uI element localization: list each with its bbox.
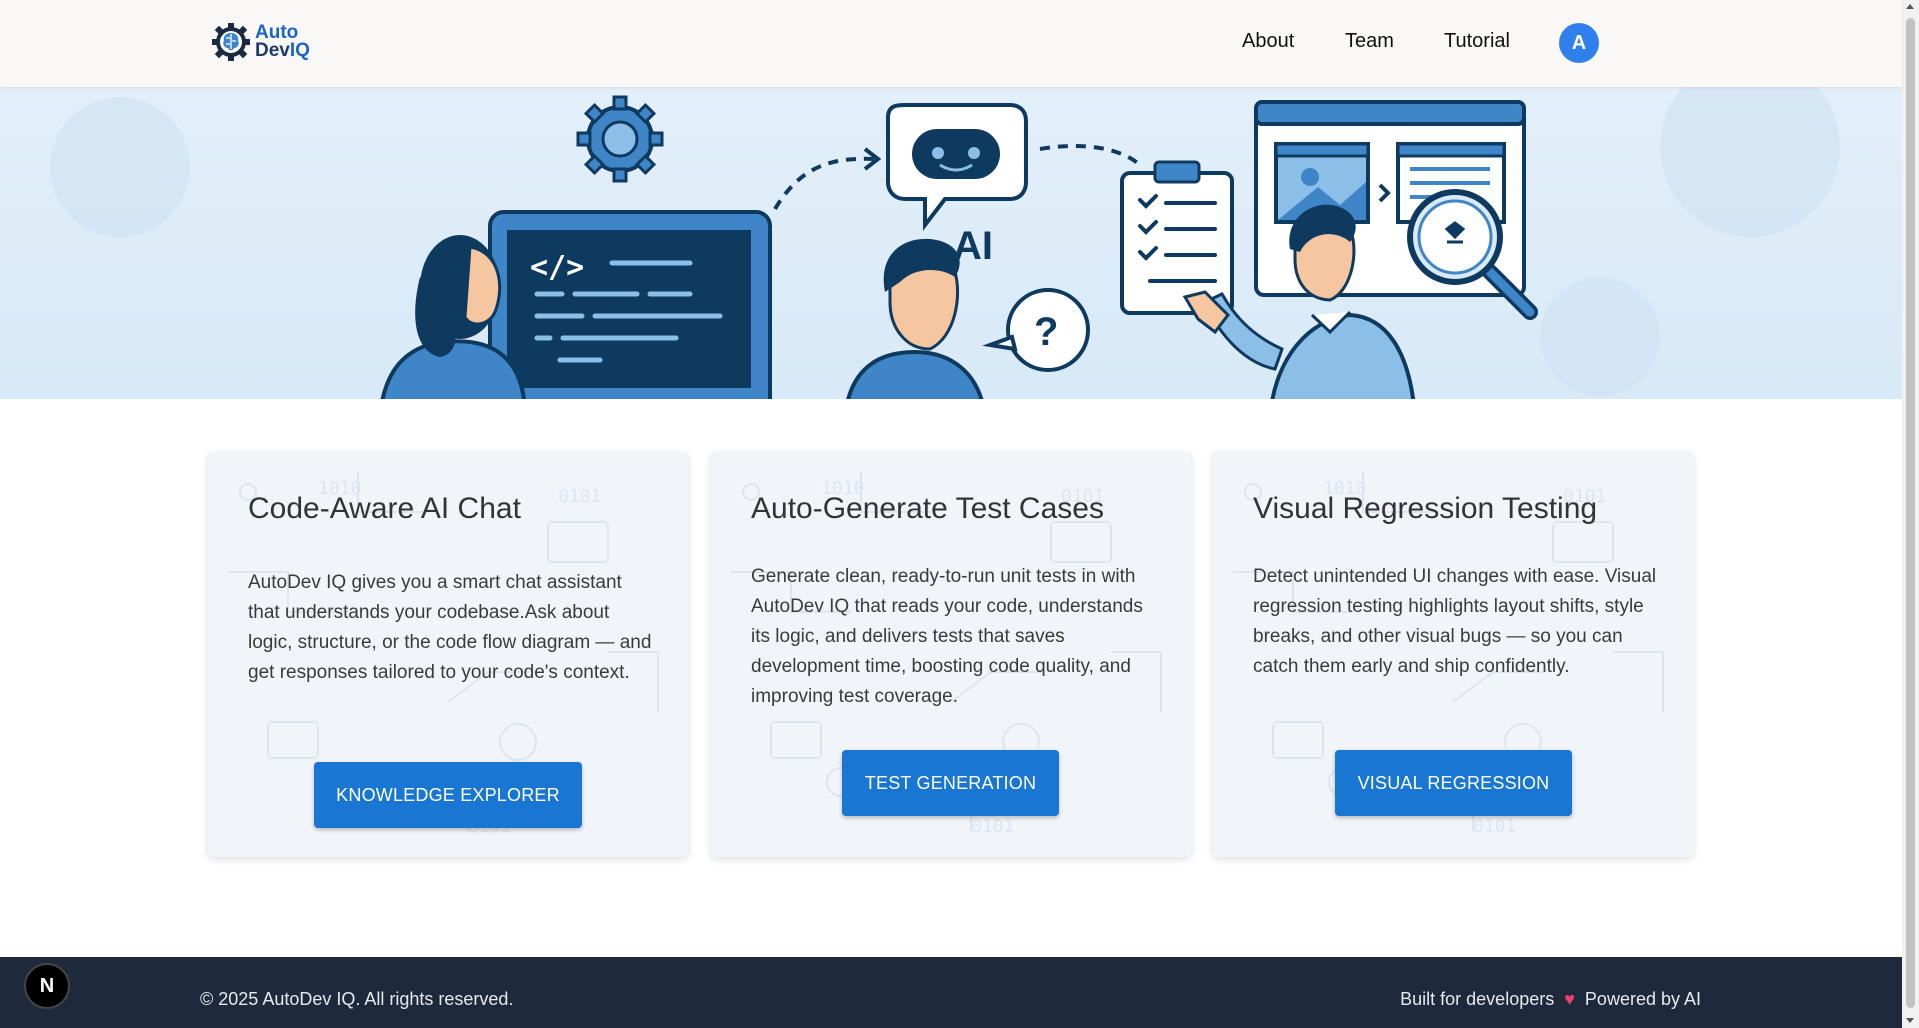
heart-icon: ♥ (1564, 989, 1575, 1009)
clipboard-checklist-icon (1120, 160, 1234, 315)
scroll-thumb[interactable] (1906, 18, 1915, 1008)
nav-team[interactable]: Team (1345, 30, 1394, 53)
user-avatar[interactable]: A (1559, 23, 1599, 63)
hero-banner: </> AI ? (0, 87, 1902, 399)
hero-illustration: </> AI ? (50, 87, 1840, 399)
nextjs-dev-badge[interactable]: N (24, 963, 70, 1009)
card-description: Generate clean, ready-to-run unit tests … (751, 566, 1143, 707)
copyright-text: © 2025 AutoDev IQ. All rights reserved. (200, 989, 514, 1009)
svg-text:?: ? (1034, 310, 1058, 354)
knowledge-explorer-button[interactable]: KNOWLEDGE EXPLORER (314, 762, 582, 828)
card-description: Detect unintended UI changes with ease. … (1253, 566, 1657, 677)
svg-text:0101: 0101 (971, 816, 1014, 837)
logo-line2-suffix: IQ (289, 40, 310, 61)
card-title: Visual Regression Testing (1253, 492, 1598, 525)
nav-about[interactable]: About (1242, 30, 1294, 53)
visual-regression-button[interactable]: VISUAL REGRESSION (1335, 750, 1572, 816)
gear-icon (576, 95, 664, 183)
feature-card-visual-regression: 1010 0101 0101 Visual Regression Testing D… (1213, 452, 1693, 857)
nav-tutorial[interactable]: Tutorial (1444, 30, 1510, 53)
logo-line2: DevIQ (255, 40, 310, 61)
built-for-text: Built for developers (1400, 989, 1555, 1009)
question-bubble-icon: ? (982, 288, 1090, 372)
logo-text: Auto DevIQ (255, 23, 310, 61)
powered-by-text: Powered by AI (1584, 989, 1701, 1009)
feature-card-test-generation: 1010 0101 0101 Auto-Generate Test Cases Ge… (711, 452, 1191, 857)
code-monitor: </> (488, 210, 772, 399)
scroll-down-arrow-icon[interactable] (1906, 1018, 1914, 1023)
logo[interactable]: Auto DevIQ (211, 22, 310, 62)
vertical-scrollbar[interactable] (1902, 0, 1919, 1028)
svg-text:0101: 0101 (1473, 816, 1516, 837)
svg-text:</>: </> (530, 250, 584, 285)
top-navbar: Auto DevIQ About Team Tutorial A (0, 0, 1902, 87)
footer: © 2025 AutoDev IQ. All rights reserved. … (0, 957, 1902, 1028)
svg-text:0101: 0101 (558, 486, 601, 507)
test-generation-button[interactable]: TEST GENERATION (842, 750, 1059, 816)
card-title: Auto-Generate Test Cases (751, 492, 1104, 525)
footer-tagline: Built for developers ♥ Powered by AI (1400, 989, 1701, 1010)
card-title: Code-Aware AI Chat (248, 492, 521, 525)
logo-line2-prefix: Dev (255, 40, 290, 61)
card-description: AutoDev IQ gives you a smart chat assist… (248, 572, 652, 683)
scroll-up-arrow-icon[interactable] (1906, 4, 1914, 9)
feature-card-chat: 101001010101 Code-Aware AI Chat AutoDev … (208, 452, 688, 857)
brain-gear-icon (212, 23, 250, 61)
